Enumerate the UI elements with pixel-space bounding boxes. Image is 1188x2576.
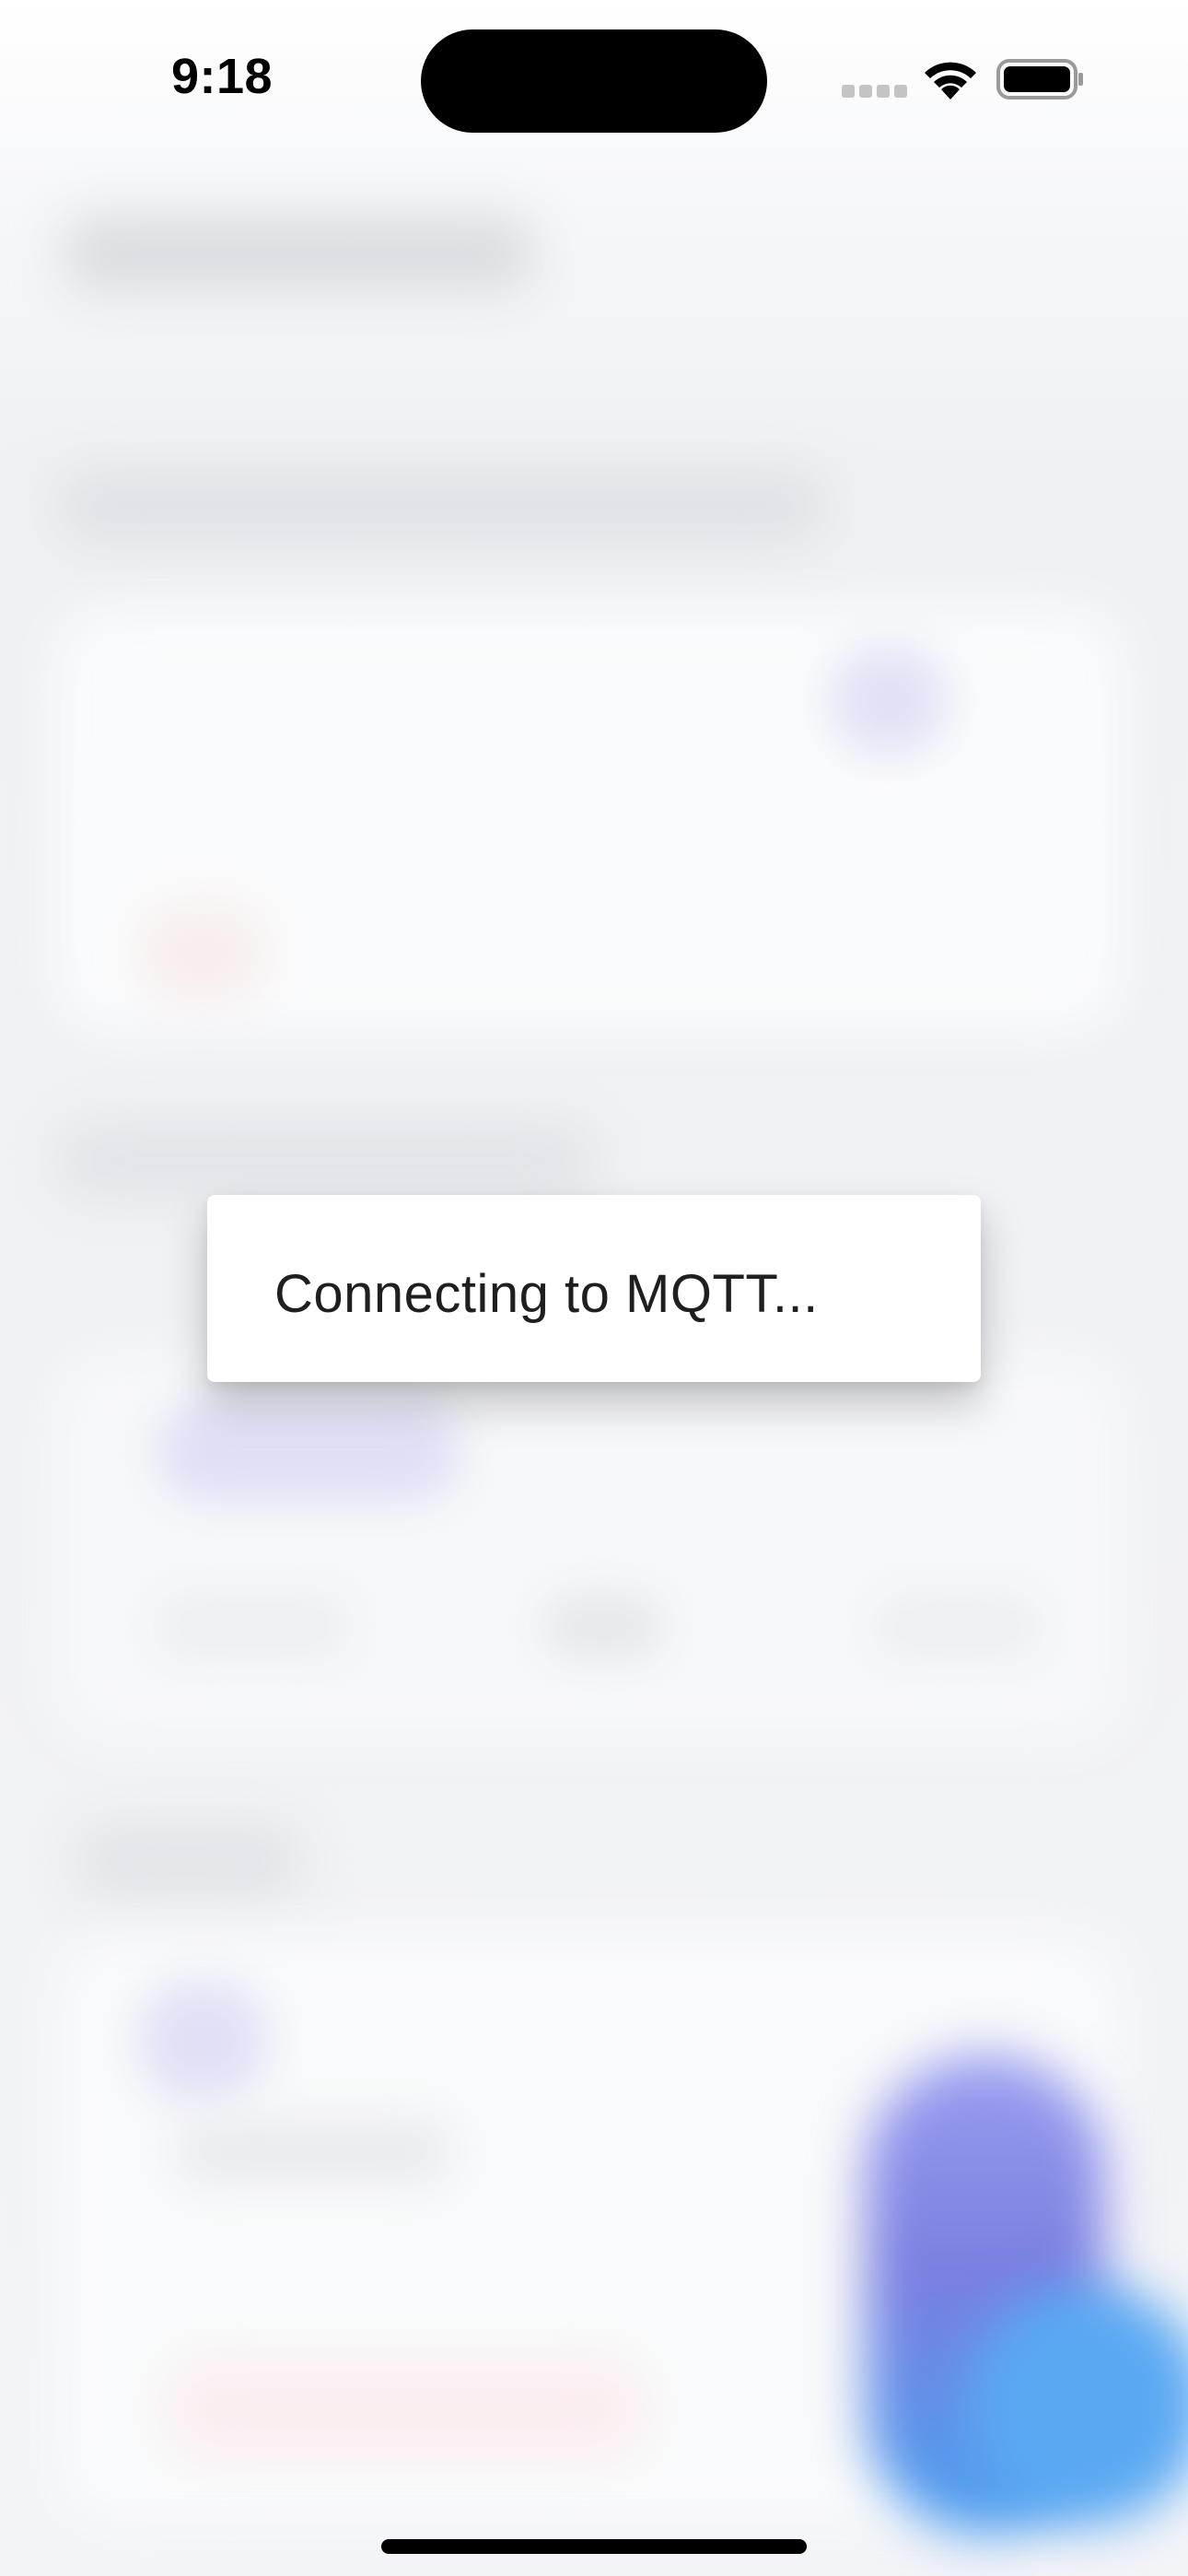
blurred-card-status [138, 903, 267, 1004]
app-screen: 9:18 Connecting to MQTT... [0, 0, 1188, 2576]
home-indicator[interactable] [381, 2539, 807, 2554]
blurred-section-heading [55, 1124, 599, 1198]
loading-dialog: Connecting to MQTT... [207, 1195, 981, 1382]
blurred-list-icon [138, 1981, 267, 2101]
dynamic-island [421, 29, 767, 133]
blurred-alert-button [166, 2359, 645, 2460]
blurred-stat-3 [875, 1594, 1041, 1658]
blurred-section-heading-2 [74, 1824, 304, 1898]
blurred-card-accent [829, 645, 949, 755]
blurred-header-title [64, 217, 534, 290]
status-bar: 9:18 [0, 0, 1188, 157]
blurred-section-tabs [55, 470, 829, 544]
status-time: 9:18 [171, 49, 274, 104]
blurred-stat-1 [157, 1594, 350, 1658]
cellular-signal-icon [842, 85, 907, 98]
blurred-list-text [175, 2119, 451, 2184]
wifi-icon [921, 57, 980, 101]
blurred-stat-2 [543, 1594, 663, 1658]
battery-icon [996, 59, 1085, 100]
dialog-message: Connecting to MQTT... [274, 1264, 819, 1324]
blurred-chip [157, 1400, 460, 1502]
